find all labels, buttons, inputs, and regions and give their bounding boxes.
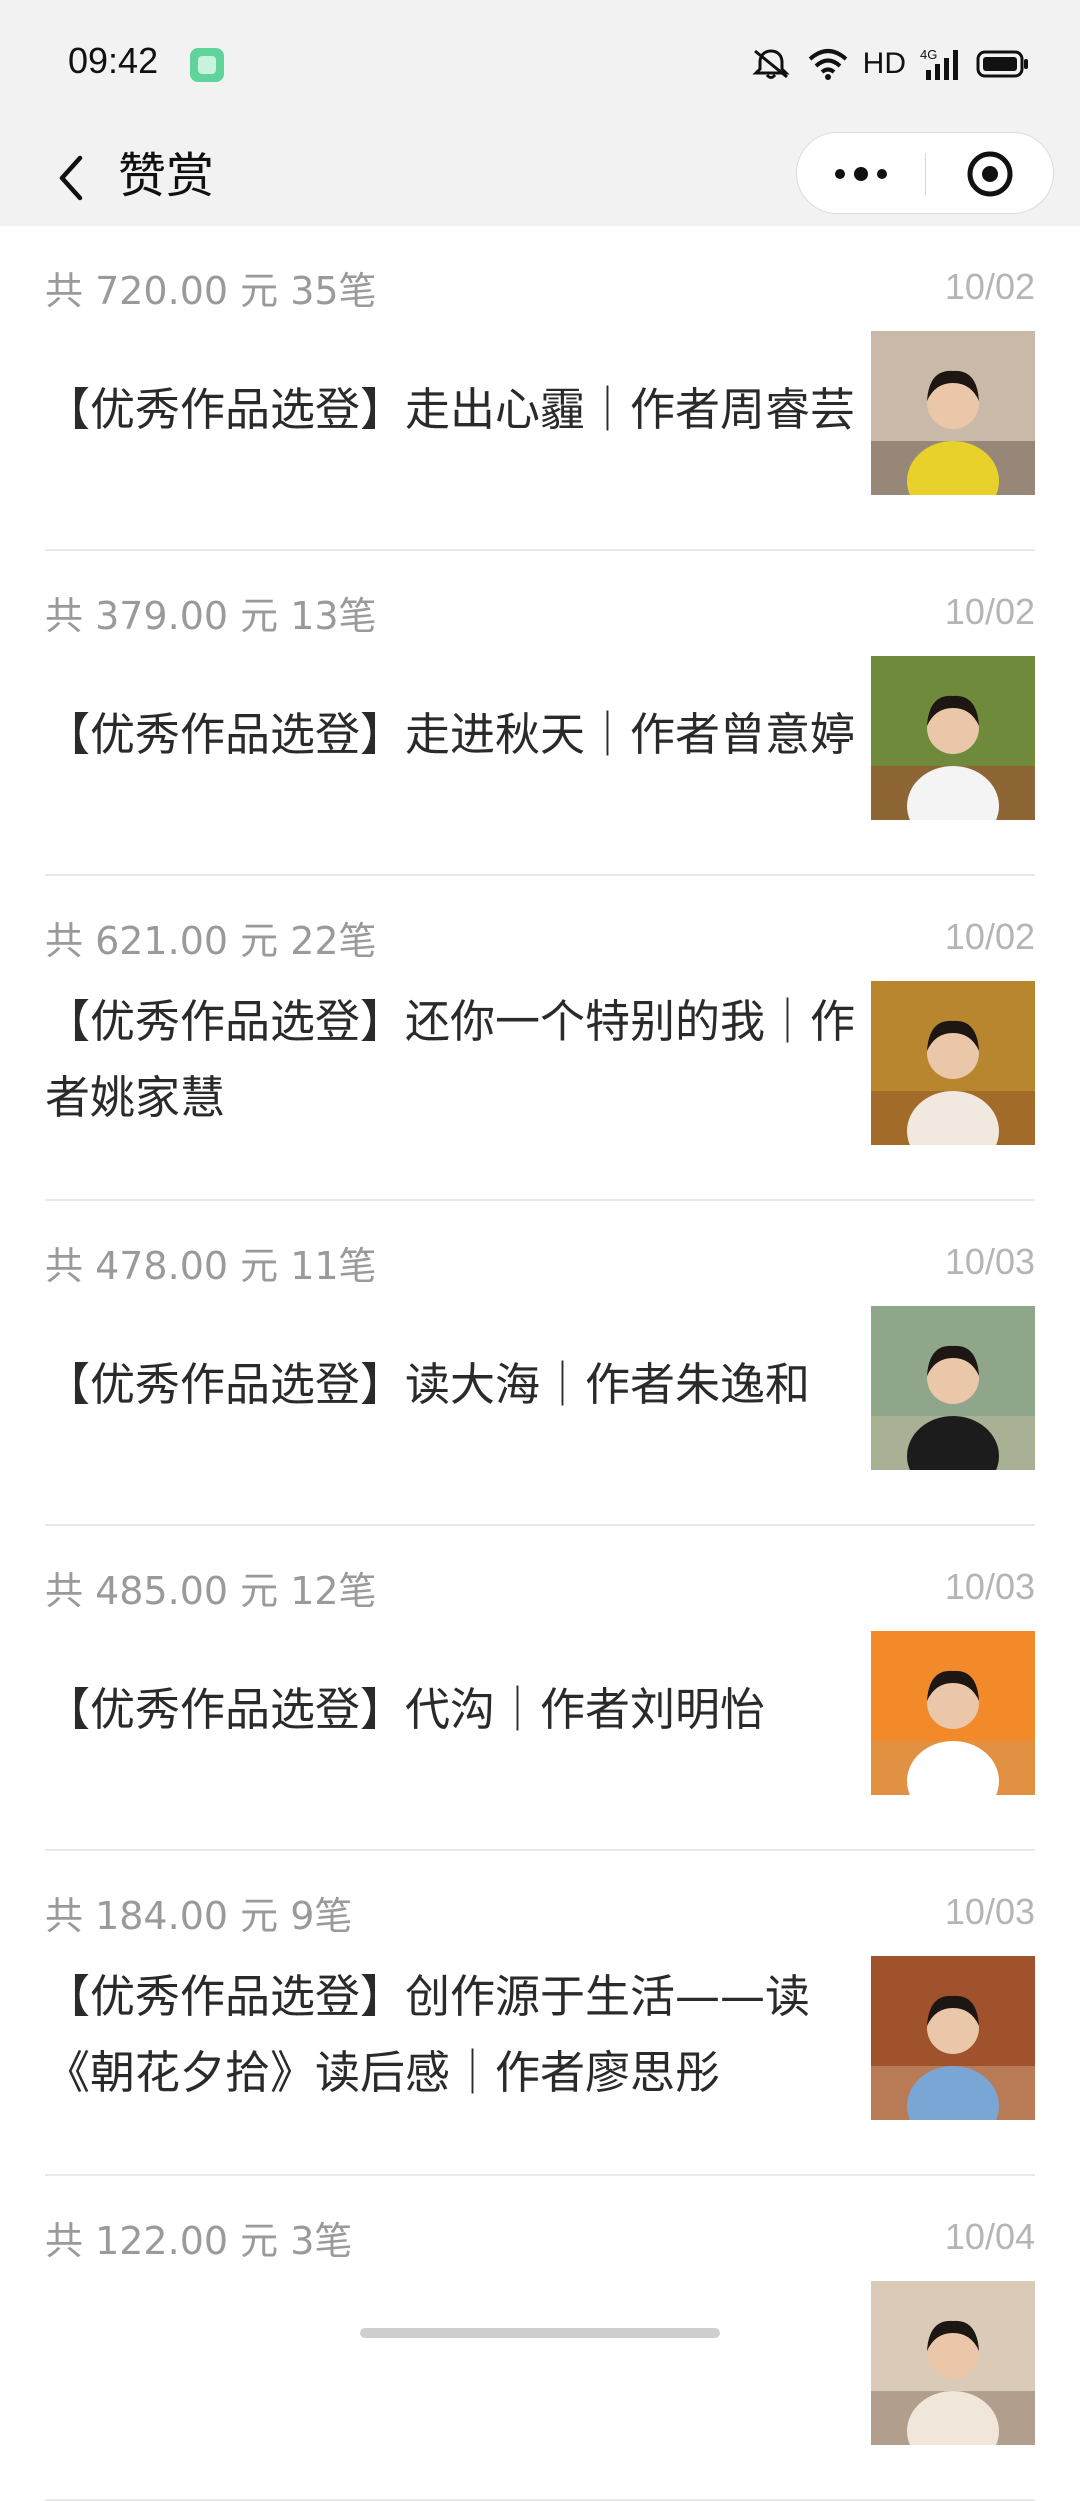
list-item[interactable]: 共 122.00 元 3笔 10/04 (45, 2176, 1035, 2501)
list-item[interactable]: 共 478.00 元 11笔 10/03 【优秀作品选登】读大海｜作者朱逸和 (45, 1201, 1035, 1526)
article-thumbnail (871, 656, 1035, 820)
list-item[interactable]: 共 379.00 元 13笔 10/02 【优秀作品选登】走进秋天｜作者曾意婷 (45, 551, 1035, 876)
article-title: 【优秀作品选登】走进秋天｜作者曾意婷 (45, 708, 856, 761)
reward-date: 10/03 (944, 1241, 1035, 1282)
back-button[interactable] (36, 138, 106, 218)
page-title: 赞赏 (118, 148, 215, 204)
article-title: 【优秀作品选登】读大海｜作者朱逸和 (45, 1358, 811, 1411)
home-indicator (360, 2328, 720, 2338)
status-bar: 09:42 HD 4G (0, 0, 1080, 130)
reward-list: 共 720.00 元 35笔 10/02 【优秀作品选登】走出心霾｜作者周睿芸 … (0, 226, 1080, 2501)
article-title: 【优秀作品选登】还你一个特别的我｜作者姚家慧 (45, 995, 856, 1124)
reward-date: 10/03 (944, 1566, 1035, 1607)
capsule-menu (796, 132, 1054, 214)
reward-summary: 共 184.00 元 9笔 (45, 1894, 353, 1938)
article-thumbnail (871, 1306, 1035, 1470)
reward-date: 10/02 (944, 266, 1035, 307)
battery-icon (976, 49, 1030, 79)
list-item[interactable]: 共 485.00 元 12笔 10/03 【优秀作品选登】代沟｜作者刘明怡 (45, 1526, 1035, 1851)
list-item[interactable]: 共 621.00 元 22笔 10/02 【优秀作品选登】还你一个特别的我｜作者… (45, 876, 1035, 1201)
article-title: 【优秀作品选登】创作源于生活——读《朝花夕拾》读后感｜作者廖思彤 (45, 1970, 811, 2099)
reward-date: 10/02 (944, 916, 1035, 957)
reward-summary: 共 485.00 元 12笔 (45, 1569, 377, 1613)
wifi-icon (807, 47, 849, 81)
status-time: 09:42 (68, 40, 159, 81)
chevron-left-icon (59, 155, 83, 201)
reward-summary: 共 720.00 元 35笔 (45, 269, 377, 313)
status-icons: HD 4G (749, 44, 1030, 84)
mute-icon (749, 47, 793, 81)
article-title: 【优秀作品选登】代沟｜作者刘明怡 (45, 1683, 766, 1736)
nav-bar: 赞赏 (0, 130, 1080, 226)
reward-date: 10/03 (944, 1891, 1035, 1932)
more-dots-icon (835, 167, 887, 181)
network-type-label: 4G (920, 47, 937, 62)
more-button[interactable] (797, 133, 925, 215)
article-thumbnail (871, 1956, 1035, 2120)
hd-label: HD (862, 47, 906, 80)
article-thumbnail (871, 1631, 1035, 1795)
reward-summary: 共 478.00 元 11笔 (45, 1244, 377, 1288)
reward-date: 10/04 (944, 2216, 1035, 2257)
signal-icon: 4G (920, 46, 962, 82)
app-notification-icon (190, 48, 224, 82)
reward-summary: 共 621.00 元 22笔 (45, 919, 377, 963)
reward-summary: 共 379.00 元 13笔 (45, 594, 377, 638)
reward-summary: 共 122.00 元 3笔 (45, 2219, 353, 2263)
close-button[interactable] (926, 133, 1054, 215)
reward-date: 10/02 (944, 591, 1035, 632)
article-thumbnail (871, 2281, 1035, 2445)
article-thumbnail (871, 981, 1035, 1145)
target-close-icon (967, 151, 1013, 197)
list-item[interactable]: 共 184.00 元 9笔 10/03 【优秀作品选登】创作源于生活——读《朝花… (45, 1851, 1035, 2176)
article-title: 【优秀作品选登】走出心霾｜作者周睿芸 (45, 383, 856, 436)
list-item[interactable]: 共 720.00 元 35笔 10/02 【优秀作品选登】走出心霾｜作者周睿芸 (45, 226, 1035, 551)
article-thumbnail (871, 331, 1035, 495)
